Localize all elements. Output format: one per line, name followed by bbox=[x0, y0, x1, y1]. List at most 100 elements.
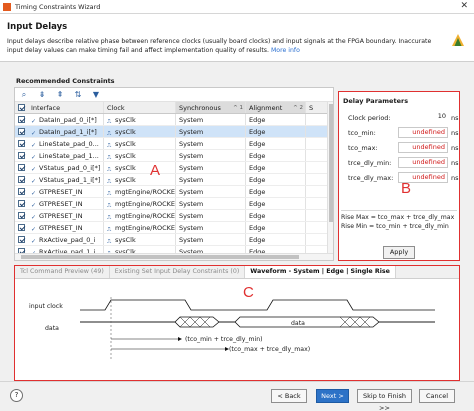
clock-text: mgtEngine/ROCKETIO bbox=[115, 200, 176, 208]
param-value-field[interactable]: undefined bbox=[398, 142, 448, 153]
row-checkbox-cell[interactable] bbox=[15, 126, 28, 137]
collapse-all-icon[interactable]: ⇟ bbox=[38, 90, 46, 99]
table-row[interactable]: ✓ VStatus_pad_1_i[*] ⎍ sysClk System Edge bbox=[15, 174, 333, 186]
cancel-button[interactable]: Cancel bbox=[419, 389, 455, 403]
row-checkbox[interactable] bbox=[18, 176, 25, 183]
param-value-field[interactable]: undefined bbox=[398, 127, 448, 138]
row-checkbox[interactable] bbox=[18, 188, 25, 195]
table-horizontal-scrollbar[interactable] bbox=[15, 253, 333, 260]
alignment-cell[interactable]: Edge bbox=[246, 126, 306, 137]
column-header-interface[interactable]: Interface bbox=[28, 102, 104, 113]
apply-button[interactable]: Apply bbox=[383, 246, 415, 259]
synchronous-cell[interactable]: System bbox=[176, 138, 246, 149]
table-row[interactable]: ✓GTPRESET_IN⎍mgtEngine/ROCKETIOSystemEdg… bbox=[15, 198, 333, 210]
synchronous-cell[interactable]: System bbox=[176, 162, 246, 173]
search-icon[interactable]: ⌕ bbox=[20, 90, 28, 99]
back-button[interactable]: < Back bbox=[271, 389, 307, 403]
table-row[interactable]: ✓GTPRESET_IN⎍mgtEngine/ROCKETIOSystemEdg… bbox=[15, 186, 333, 198]
row-checkbox[interactable] bbox=[18, 200, 25, 207]
recommended-constraints-title: Recommended Constraints bbox=[16, 77, 115, 85]
more-info-link[interactable]: More info bbox=[271, 47, 300, 54]
row-checkbox[interactable] bbox=[18, 164, 25, 171]
table-row[interactable]: ✓ DataIn_pad_1_i[*] ⎍ sysClk System Edge bbox=[15, 126, 333, 138]
port-icon: ✓ bbox=[31, 153, 37, 161]
scroll-thumb[interactable] bbox=[21, 255, 299, 259]
row-checkbox[interactable] bbox=[18, 128, 25, 135]
synchronous-cell[interactable]: System bbox=[176, 198, 246, 209]
next-button[interactable]: Next > bbox=[316, 389, 349, 403]
table-row[interactable]: ✓ RxActive_pad_0_i ⎍ sysClk System Edge bbox=[15, 234, 333, 246]
sort-icon[interactable]: ⇅ bbox=[74, 90, 82, 99]
row-checkbox[interactable] bbox=[18, 224, 25, 231]
interface-text: DataIn_pad_0_i[*] bbox=[39, 116, 97, 124]
column-header-clock[interactable]: Clock bbox=[104, 102, 176, 113]
table-row[interactable]: ✓ LineState_pad_0... ⎍ sysClk System Edge bbox=[15, 138, 333, 150]
row-checkbox[interactable] bbox=[18, 116, 25, 123]
synchronous-cell[interactable]: System bbox=[176, 234, 246, 245]
delay-parameters-panel: Delay Parameters Clock period: 10 ns tco_mi… bbox=[338, 91, 460, 261]
alignment-cell[interactable]: Edge bbox=[246, 234, 306, 245]
row-checkbox[interactable] bbox=[18, 140, 25, 147]
row-checkbox-cell[interactable] bbox=[15, 162, 28, 173]
table-row[interactable]: ✓ DataIn_pad_0_i[*] ⎍ sysClk System Edge bbox=[15, 114, 333, 126]
skip-to-finish-button[interactable]: Skip to Finish >> bbox=[357, 389, 412, 411]
wizard-footer: ? < Back Next > Skip to Finish >> Cancel bbox=[0, 381, 474, 411]
row-checkbox-cell[interactable] bbox=[15, 114, 28, 125]
clock-text: mgtEngine/ROCKETIO bbox=[115, 212, 176, 220]
title-bar: Timing Constraints Wizard ✕ bbox=[0, 0, 474, 14]
alignment-cell[interactable]: Edge bbox=[246, 186, 306, 197]
row-checkbox-cell[interactable] bbox=[15, 150, 28, 161]
row-checkbox[interactable] bbox=[18, 236, 25, 243]
expand-all-icon[interactable]: ⇞ bbox=[56, 90, 64, 99]
row-checkbox-cell[interactable] bbox=[15, 174, 28, 185]
synchronous-cell[interactable]: System bbox=[176, 222, 246, 233]
clock-icon: ⎍ bbox=[107, 201, 112, 209]
column-header-synchronous[interactable]: Synchronous ^ 1 bbox=[176, 102, 246, 113]
filter-icon[interactable]: ▼ bbox=[92, 90, 100, 99]
param-value-field[interactable]: undefined bbox=[398, 157, 448, 168]
tab-1[interactable]: Existing Set Input Delay Constraints (0) bbox=[110, 266, 246, 278]
row-checkbox-cell[interactable] bbox=[15, 222, 28, 233]
column-header-alignment[interactable]: Alignment ^ 2 bbox=[246, 102, 306, 113]
select-all-cell[interactable] bbox=[15, 102, 28, 113]
interface-cell: ✓ VStatus_pad_0_i[*] bbox=[28, 162, 104, 173]
synchronous-cell[interactable]: System bbox=[176, 186, 246, 197]
row-checkbox-cell[interactable] bbox=[15, 210, 28, 221]
synchronous-cell[interactable]: System bbox=[176, 174, 246, 185]
row-checkbox-cell[interactable] bbox=[15, 186, 28, 197]
row-checkbox-cell[interactable] bbox=[15, 234, 28, 245]
help-button[interactable]: ? bbox=[10, 389, 23, 402]
table-row[interactable]: ✓ VStatus_pad_0_i[*] ⎍ sysClk System Edge bbox=[15, 162, 333, 174]
select-all-checkbox[interactable] bbox=[18, 104, 25, 111]
alignment-cell[interactable]: Edge bbox=[246, 150, 306, 161]
table-vertical-scrollbar[interactable] bbox=[327, 102, 333, 254]
alignment-cell[interactable]: Edge bbox=[246, 198, 306, 209]
alignment-cell[interactable]: Edge bbox=[246, 114, 306, 125]
clock-icon: ⎍ bbox=[107, 225, 112, 233]
row-checkbox-cell[interactable] bbox=[15, 138, 28, 149]
table-header-row: Interface Clock Synchronous ^ 1 Alignment… bbox=[15, 102, 333, 114]
alignment-cell[interactable]: Edge bbox=[246, 222, 306, 233]
alignment-cell[interactable]: Edge bbox=[246, 162, 306, 173]
alignment-cell[interactable]: Edge bbox=[246, 210, 306, 221]
alignment-cell[interactable]: Edge bbox=[246, 138, 306, 149]
tab-2[interactable]: Waveform - System | Edge | Single Rise bbox=[245, 266, 396, 278]
synchronous-cell[interactable]: System bbox=[176, 114, 246, 125]
close-icon[interactable]: ✕ bbox=[460, 1, 468, 11]
table-row[interactable]: ✓GTPRESET_IN⎍mgtEngine/ROCKETIOSystemEdg… bbox=[15, 222, 333, 234]
tab-0[interactable]: Tcl Command Preview (49) bbox=[15, 266, 110, 278]
row-checkbox[interactable] bbox=[18, 152, 25, 159]
delay-parameters-title: Delay Parameters bbox=[343, 97, 409, 105]
waveform-diagram: input clock data data (tco_min + trce_dl… bbox=[29, 297, 435, 361]
table-row[interactable]: ✓GTPRESET_IN⎍mgtEngine/ROCKETIOSystemEdg… bbox=[15, 210, 333, 222]
synchronous-cell[interactable]: System bbox=[176, 126, 246, 137]
row-checkbox[interactable] bbox=[18, 212, 25, 219]
table-row[interactable]: ✓ LineState_pad_1... ⎍ sysClk System Edge bbox=[15, 150, 333, 162]
synchronous-cell[interactable]: System bbox=[176, 210, 246, 221]
row-checkbox-cell[interactable] bbox=[15, 198, 28, 209]
alignment-cell[interactable]: Edge bbox=[246, 174, 306, 185]
param-value-field[interactable]: 10 bbox=[398, 112, 448, 123]
synchronous-cell[interactable]: System bbox=[176, 150, 246, 161]
clock-text: mgtEngine/ROCKETIO bbox=[115, 224, 176, 232]
scroll-thumb[interactable] bbox=[329, 104, 333, 222]
